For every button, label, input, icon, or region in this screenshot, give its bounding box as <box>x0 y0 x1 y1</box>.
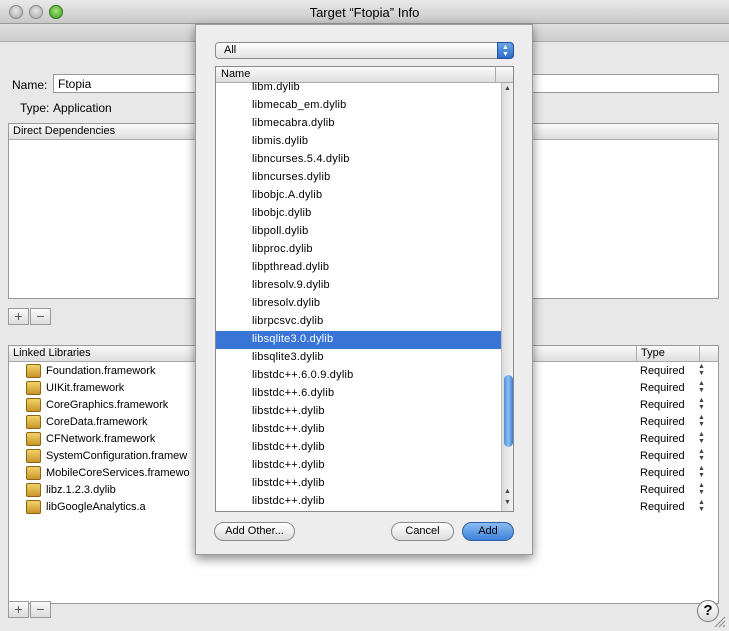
sdk-filter-popup[interactable]: All ▲ ▼ <box>215 42 514 59</box>
library-type: Required <box>640 365 685 377</box>
library-type: Required <box>640 501 685 513</box>
remove-dependency-button[interactable]: − <box>30 308 51 325</box>
add-other-button[interactable]: Add Other... <box>214 522 295 541</box>
file-list-item[interactable]: libncurses.dylib <box>216 169 501 187</box>
scroll-thumb[interactable] <box>504 375 513 447</box>
file-list-scrollbar[interactable]: ▲ ▲ ▼ <box>501 83 513 511</box>
sdk-filter-value: All <box>224 44 237 56</box>
remove-library-button[interactable]: − <box>30 601 51 618</box>
library-type: Required <box>640 382 685 394</box>
add-library-sheet: All ▲ ▼ Name libm.dylib libmecab_em.dylib l… <box>195 24 533 555</box>
library-name: Foundation.framework <box>46 365 156 377</box>
title-bar: Target “Ftopia” Info <box>0 0 729 24</box>
type-stepper-icon[interactable]: ▲ ▼ <box>698 499 705 513</box>
library-name: libGoogleAnalytics.a <box>46 501 146 513</box>
file-list-item[interactable]: libproc.dylib <box>216 241 501 259</box>
type-stepper-icon[interactable]: ▲ ▼ <box>698 465 705 479</box>
library-name: libz.1.2.3.dylib <box>46 484 116 496</box>
library-name: CoreGraphics.framework <box>46 399 169 411</box>
add-library-button[interactable]: + <box>8 601 29 618</box>
file-list-item[interactable]: libstdc++.dylib <box>216 457 501 475</box>
file-list-item[interactable]: libpthread.dylib <box>216 259 501 277</box>
file-list-item[interactable]: libstdc++.dylib <box>216 493 501 511</box>
file-list-item[interactable]: libstdc++.dylib <box>216 439 501 457</box>
add-button[interactable]: Add <box>462 522 514 541</box>
framework-icon <box>26 415 41 429</box>
name-label: Name: <box>12 78 48 92</box>
file-list-item[interactable]: libsqlite3.0.dylib <box>216 331 501 349</box>
type-stepper-icon[interactable]: ▲ ▼ <box>698 363 705 377</box>
type-stepper-icon[interactable]: ▲ ▼ <box>698 397 705 411</box>
library-type: Required <box>640 433 685 445</box>
type-stepper-icon[interactable]: ▲ ▼ <box>698 448 705 462</box>
library-type: Required <box>640 416 685 428</box>
type-label: Type: <box>20 101 50 115</box>
file-list-item[interactable]: libsqlite3.dylib <box>216 349 501 367</box>
framework-icon <box>26 466 41 480</box>
popup-arrows-icon: ▲ ▼ <box>497 42 514 59</box>
framework-icon <box>26 500 41 514</box>
framework-icon <box>26 364 41 378</box>
resize-handle[interactable] <box>712 614 726 628</box>
file-list-item[interactable]: libresolv.9.dylib <box>216 277 501 295</box>
file-list-item[interactable]: libmecab_em.dylib <box>216 97 501 115</box>
type-value: Application <box>53 101 112 115</box>
type-column-header: Type <box>641 347 665 359</box>
library-type: Required <box>640 399 685 411</box>
file-list-item[interactable]: libm.dylib <box>216 79 501 97</box>
type-stepper-icon[interactable]: ▲ ▼ <box>698 482 705 496</box>
file-list-item[interactable]: libncurses.5.4.dylib <box>216 151 501 169</box>
library-type: Required <box>640 484 685 496</box>
framework-icon <box>26 398 41 412</box>
framework-icon <box>26 432 41 446</box>
file-list-item[interactable]: libpoll.dylib <box>216 223 501 241</box>
type-stepper-icon[interactable]: ▲ ▼ <box>698 380 705 394</box>
add-dependency-button[interactable]: + <box>8 308 29 325</box>
library-type: Required <box>640 467 685 479</box>
cancel-button[interactable]: Cancel <box>391 522 454 541</box>
framework-icon <box>26 381 41 395</box>
file-list-item[interactable]: libmecabra.dylib <box>216 115 501 133</box>
library-file-list[interactable]: Name libm.dylib libmecab_em.dylib libmecab… <box>215 66 514 512</box>
file-list-item[interactable]: libobjc.dylib <box>216 205 501 223</box>
file-list-item[interactable]: libmis.dylib <box>216 133 501 151</box>
library-name: UIKit.framework <box>46 382 125 394</box>
framework-icon <box>26 483 41 497</box>
file-list-item[interactable]: libstdc++.dylib <box>216 403 501 421</box>
scroll-down-arrow-icon[interactable]: ▼ <box>504 499 511 506</box>
file-list-item[interactable]: libobjc.A.dylib <box>216 187 501 205</box>
library-name: CFNetwork.framework <box>46 433 156 445</box>
window-title: Target “Ftopia” Info <box>309 5 420 20</box>
type-stepper-icon[interactable]: ▲ ▼ <box>698 431 705 445</box>
type-stepper-icon[interactable]: ▲ ▼ <box>698 414 705 428</box>
library-type: Required <box>640 450 685 462</box>
file-list-item[interactable]: libstdc++.6.0.9.dylib <box>216 367 501 385</box>
library-name: SystemConfiguration.framew <box>46 450 188 462</box>
file-list-item[interactable]: librpcsvc.dylib <box>216 313 501 331</box>
file-list-item[interactable]: libstdc++.dylib <box>216 421 501 439</box>
file-list-item[interactable]: libresolv.dylib <box>216 295 501 313</box>
scroll-up-arrow-icon-2[interactable]: ▲ <box>504 488 511 495</box>
file-list-item[interactable]: libstdc++.dylib <box>216 475 501 493</box>
scroll-up-arrow-icon[interactable]: ▲ <box>504 85 511 92</box>
library-name: MobileCoreServices.framewo <box>46 467 190 479</box>
library-name: CoreData.framework <box>46 416 148 428</box>
file-list-item[interactable]: libstdc++.6.dylib <box>216 385 501 403</box>
framework-icon <box>26 449 41 463</box>
